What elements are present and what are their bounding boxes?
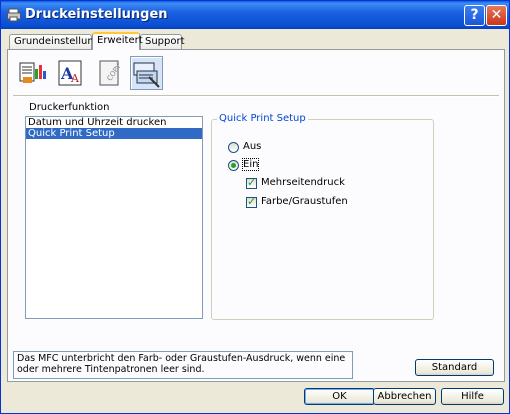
list-item-datum-uhrzeit[interactable]: Datum und Uhrzeit drucken [26, 117, 202, 128]
radio-selected-dot [231, 163, 236, 168]
radio-ein-label[interactable]: Ein [241, 158, 260, 171]
tab-erweitert[interactable]: Erweitert [92, 32, 143, 50]
checkmark-icon: ✓ [247, 195, 257, 208]
function-listbox[interactable]: Datum und Uhrzeit drucken Quick Print Se… [25, 116, 203, 319]
radio-ein[interactable] [228, 160, 239, 171]
help-title-button[interactable]: ? [464, 5, 485, 26]
checkmark-icon: ✓ [247, 176, 257, 189]
status-message: Das MFC unterbricht den Farb- oder Graus… [13, 351, 353, 379]
window-title: Druckeinstellungen [25, 7, 168, 22]
printer-icon [7, 8, 21, 22]
copy-watermark-button[interactable]: COPY [92, 56, 125, 90]
copy-watermark-icon: COPY [99, 60, 123, 86]
radio-aus-label[interactable]: Aus [243, 141, 261, 152]
dialog-window: Druckeinstellungen ? ✕ Grundeinstellunge… [0, 0, 510, 414]
svg-text:A: A [70, 72, 80, 85]
printer-settings-button[interactable] [16, 56, 49, 90]
title-bar[interactable]: Druckeinstellungen ? ✕ [1, 1, 509, 29]
font-text-icon: A A [58, 60, 82, 86]
standard-button[interactable]: Standard [415, 359, 494, 376]
toolbar-separator [13, 95, 499, 97]
printer-settings-icon [19, 62, 46, 83]
list-item-quick-print-setup[interactable]: Quick Print Setup [26, 128, 202, 139]
help-button[interactable]: Hilfe [441, 388, 504, 405]
checkbox-farbe-graustufen-label[interactable]: Farbe/Graustufen [261, 196, 348, 207]
device-options-button[interactable] [130, 56, 163, 90]
checkbox-farbe-graustufen[interactable]: ✓ [246, 195, 257, 208]
ok-button[interactable]: OK [304, 388, 375, 405]
font-text-button[interactable]: A A [54, 56, 87, 90]
checkbox-mehrseitendruck[interactable]: ✓ [246, 176, 257, 189]
function-list-label: Druckerfunktion [29, 102, 110, 113]
close-button[interactable]: ✕ [486, 5, 507, 26]
checkbox-mehrseitendruck-label[interactable]: Mehrseitendruck [261, 177, 345, 188]
tab-grundeinstellungen[interactable]: Grundeinstellungen [9, 34, 113, 49]
tab-support[interactable]: Support [140, 34, 185, 49]
radio-aus[interactable] [228, 142, 239, 153]
cancel-button[interactable]: Abbrechen [373, 388, 436, 405]
device-options-icon [133, 62, 160, 88]
quick-print-group-title: Quick Print Setup [217, 113, 308, 124]
